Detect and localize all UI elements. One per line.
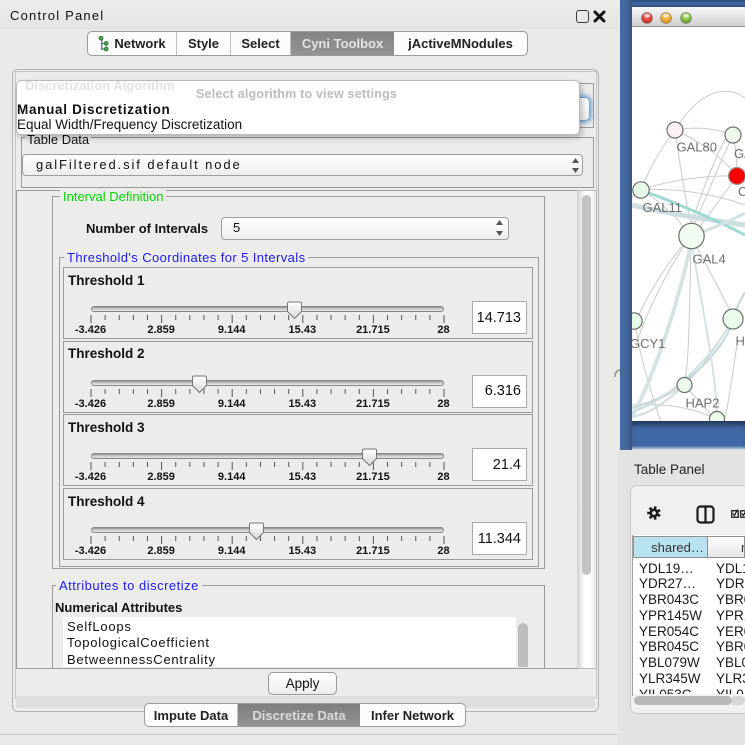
svg-text:C: C: [738, 184, 745, 199]
svg-text:GA: GA: [734, 146, 745, 161]
svg-text:GAL11: GAL11: [643, 200, 683, 215]
svg-text:GAL80: GAL80: [677, 140, 717, 155]
svg-text:HAP2: HAP2: [686, 396, 720, 411]
svg-text:H: H: [736, 334, 745, 349]
svg-text:GCY1: GCY1: [632, 336, 665, 351]
svg-text:GAL4: GAL4: [693, 252, 726, 267]
